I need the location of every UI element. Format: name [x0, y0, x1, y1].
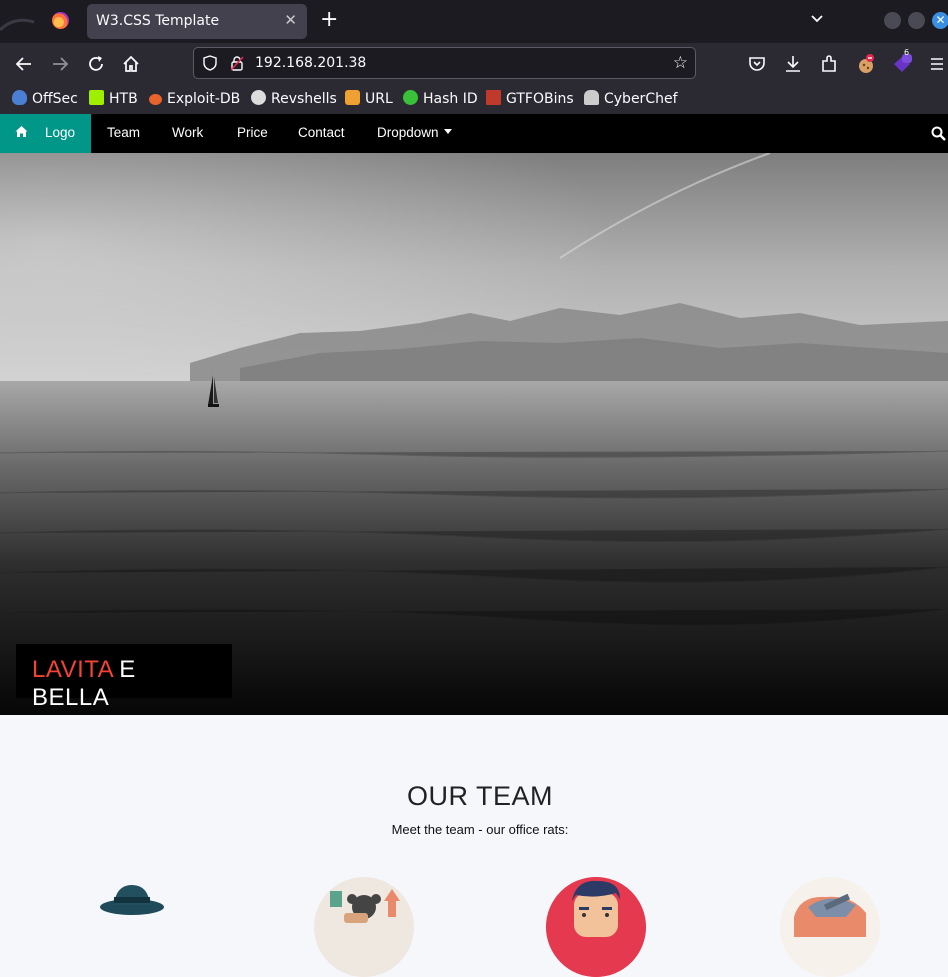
caret-down-icon: [444, 129, 453, 134]
tracking-protection-icon[interactable]: [203, 55, 217, 71]
bookmark-label: HTB: [109, 91, 138, 107]
menu-icon[interactable]: [926, 53, 948, 75]
bookmark-exploit-db[interactable]: Exploit-DB: [149, 90, 240, 108]
bookmark-revshells[interactable]: Revshells: [251, 90, 337, 108]
gtfobins-icon: [486, 90, 501, 105]
site-navbar: Logo Team Work Price Contact Dropdown: [0, 114, 948, 153]
bookmark-label: URL: [365, 91, 393, 107]
reload-icon[interactable]: [85, 53, 107, 75]
bookmark-star-icon[interactable]: ☆: [673, 53, 688, 73]
bookmark-htb[interactable]: HTB: [89, 90, 138, 108]
forward-icon[interactable]: [49, 53, 71, 75]
skull-icon: [251, 90, 266, 105]
man-portrait-icon: [546, 877, 646, 977]
nav-link-work[interactable]: Work: [172, 125, 203, 140]
nav-dropdown[interactable]: Dropdown: [377, 125, 453, 140]
chef-hat-icon: [584, 90, 599, 105]
address-bar[interactable]: 192.168.201.38 ☆: [193, 47, 696, 79]
maximize-button[interactable]: [908, 12, 925, 29]
url-decoder-icon: [345, 90, 360, 105]
hero-image: LAVITA E BELLA: [0, 153, 948, 715]
offsec-icon: [12, 90, 27, 105]
rat-illustration-icon: [314, 877, 414, 977]
url-text[interactable]: 192.168.201.38: [255, 55, 366, 71]
logo-link[interactable]: Logo: [0, 114, 91, 153]
team-member-avatar: [314, 877, 414, 977]
browser-tab[interactable]: W3.CSS Template ✕: [87, 4, 307, 39]
team-member-avatar: [780, 877, 880, 977]
minimize-button[interactable]: [884, 12, 901, 29]
bookmark-cyberchef[interactable]: CyberChef: [584, 90, 678, 108]
bookmark-label: Hash ID: [423, 91, 478, 107]
spy-hat-icon: [100, 885, 164, 915]
team-section: OUR TEAM Meet the team - our office rats…: [0, 715, 948, 977]
browser-toolbar: 192.168.201.38 ☆ 6: [0, 43, 948, 84]
tab-title: W3.CSS Template: [96, 13, 220, 29]
firefox-view-icon[interactable]: [0, 0, 40, 43]
team-heading: OUR TEAM: [406, 781, 553, 811]
hero-title: LAVITA E BELLA: [16, 644, 232, 711]
back-icon[interactable]: [13, 53, 35, 75]
browser-tab-bar: W3.CSS Template ✕ + ✕: [0, 0, 948, 43]
nav-dropdown-label: Dropdown: [377, 125, 439, 140]
nav-link-team[interactable]: Team: [107, 125, 140, 140]
foxyproxy-extension-icon[interactable]: 6: [891, 48, 913, 75]
hash-id-icon: [403, 90, 418, 105]
tab-close-icon[interactable]: ✕: [284, 11, 297, 29]
bookmark-url[interactable]: URL: [345, 90, 393, 108]
extensions-icon[interactable]: [818, 53, 840, 75]
bookmark-label: Revshells: [271, 91, 337, 107]
bookmark-label: GTFOBins: [506, 91, 574, 107]
team-member-avatar: [546, 877, 646, 977]
close-window-button[interactable]: ✕: [932, 12, 948, 29]
bookmark-gtfobins[interactable]: GTFOBins: [486, 90, 574, 108]
cookie-extension-icon[interactable]: [855, 53, 877, 75]
nav-link-price[interactable]: Price: [237, 125, 268, 140]
team-subtitle: Meet the team - our office rats:: [391, 822, 569, 837]
bookmark-label: OffSec: [32, 91, 78, 107]
hero-title-red: LAVITA: [32, 656, 115, 683]
bookmarks-bar: OffSec HTB Exploit-DB Revshells URL Hash…: [0, 84, 948, 114]
bookmark-hash-id[interactable]: Hash ID: [403, 90, 478, 108]
rat-with-helmet-icon: [780, 877, 880, 977]
extension-badge: 6: [904, 48, 910, 57]
nav-link-contact[interactable]: Contact: [298, 125, 345, 140]
downloads-icon[interactable]: [782, 53, 804, 75]
home-icon: [15, 126, 28, 137]
search-icon[interactable]: [931, 126, 946, 141]
home-icon[interactable]: [120, 53, 142, 75]
exploit-db-icon: [149, 94, 162, 105]
insecure-lock-icon[interactable]: [230, 56, 244, 71]
chevron-down-icon[interactable]: [810, 12, 824, 26]
htb-icon: [89, 90, 104, 105]
pocket-icon[interactable]: [746, 53, 768, 75]
bookmark-label: CyberChef: [604, 91, 678, 107]
firefox-logo-icon[interactable]: [52, 12, 69, 29]
logo-label: Logo: [45, 125, 76, 140]
bookmark-label: Exploit-DB: [167, 91, 241, 107]
bookmark-offsec[interactable]: OffSec: [12, 90, 78, 108]
team-member-avatar: [82, 877, 182, 977]
new-tab-icon[interactable]: +: [320, 8, 338, 32]
